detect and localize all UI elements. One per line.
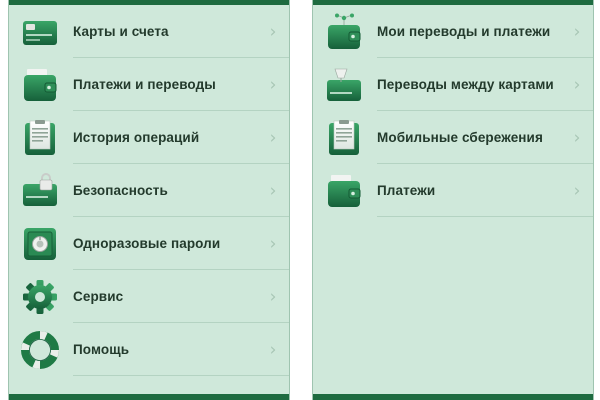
menu-item-one-time-passwords[interactable]: Одноразовые пароли › (9, 217, 289, 270)
menu-item-payments[interactable]: Платежи › (313, 164, 593, 217)
menu-item-my-transfers-payments[interactable]: Мои переводы и платежи › (313, 5, 593, 58)
menu-item-label: Переводы между картами (377, 77, 554, 92)
wallet-icon (325, 172, 363, 210)
menu-item-label: Одноразовые пароли (73, 236, 221, 251)
payments-menu-panel: Мои переводы и платежи › Переводы между … (312, 0, 594, 400)
chevron-right-icon: › (269, 286, 277, 307)
menu-item-label: История операций (73, 130, 200, 145)
bottom-bar (9, 394, 289, 400)
menu-item-mobile-savings[interactable]: Мобильные сбережения › (313, 111, 593, 164)
menu-item-label: Платежи (377, 183, 436, 198)
menu-item-cards-accounts[interactable]: Карты и счета › (9, 5, 289, 58)
menu-item-operation-history[interactable]: История операций › (9, 111, 289, 164)
menu-item-help[interactable]: Помощь › (9, 323, 289, 376)
safe-icon (21, 225, 59, 263)
menu-item-security[interactable]: Безопасность › (9, 164, 289, 217)
receipt-savings-icon (325, 119, 363, 157)
chevron-right-icon: › (573, 180, 581, 201)
main-menu-list: Карты и счета › Платежи и переводы › Ист… (9, 5, 289, 376)
chevron-right-icon: › (269, 74, 277, 95)
chevron-right-icon: › (269, 339, 277, 360)
menu-item-label: Карты и счета (73, 24, 169, 39)
main-menu-panel: Карты и счета › Платежи и переводы › Ист… (8, 0, 290, 400)
chevron-right-icon: › (269, 21, 277, 42)
menu-item-label: Платежи и переводы (73, 77, 216, 92)
menu-item-label: Безопасность (73, 183, 168, 198)
wallet-network-icon (325, 13, 363, 51)
chevron-right-icon: › (269, 127, 277, 148)
menu-item-label: Помощь (73, 342, 130, 357)
gear-icon (21, 278, 59, 316)
chevron-right-icon: › (573, 21, 581, 42)
receipt-history-icon (21, 119, 59, 157)
chevron-right-icon: › (573, 74, 581, 95)
card-icon (21, 13, 59, 51)
chevron-right-icon: › (573, 127, 581, 148)
chevron-right-icon: › (269, 233, 277, 254)
lifebuoy-icon (21, 330, 59, 369)
menu-item-label: Сервис (73, 289, 124, 304)
menu-item-service[interactable]: Сервис › (9, 270, 289, 323)
card-transfer-icon (325, 66, 363, 104)
payments-menu-list: Мои переводы и платежи › Переводы между … (313, 5, 593, 217)
menu-item-label: Мои переводы и платежи (377, 24, 551, 39)
menu-item-label: Мобильные сбережения (377, 130, 543, 145)
bottom-bar (313, 394, 593, 400)
card-lock-icon (21, 172, 59, 210)
wallet-icon (21, 66, 59, 104)
chevron-right-icon: › (269, 180, 277, 201)
menu-item-card-to-card-transfers[interactable]: Переводы между картами › (313, 58, 593, 111)
menu-item-payments-transfers[interactable]: Платежи и переводы › (9, 58, 289, 111)
